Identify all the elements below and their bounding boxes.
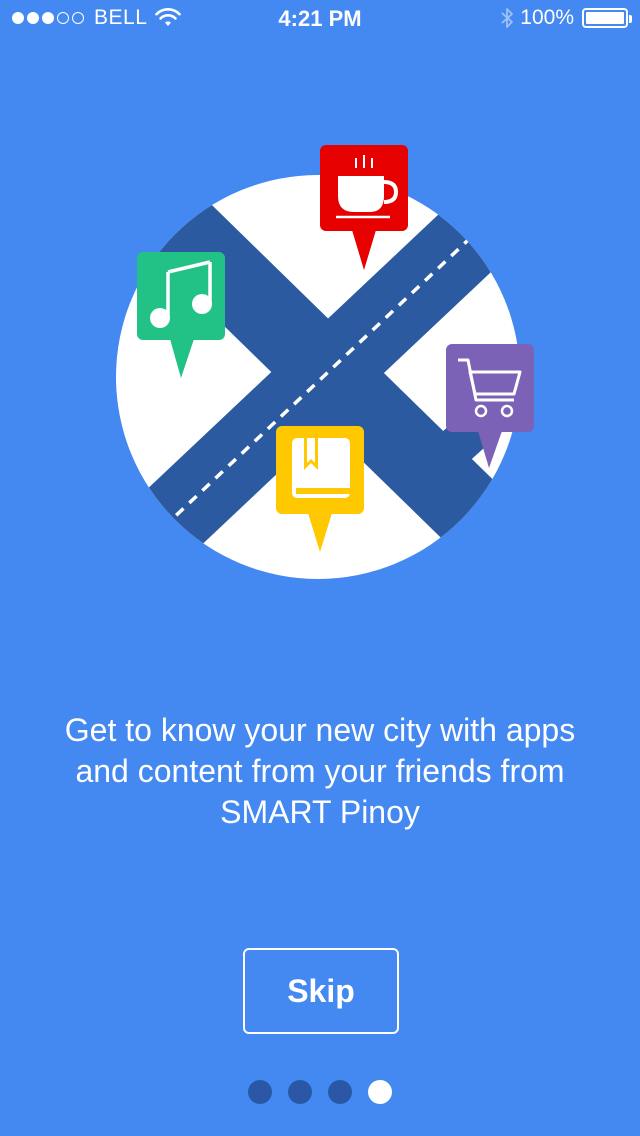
skip-button[interactable]: Skip	[243, 948, 399, 1034]
city-map-illustration	[116, 145, 534, 579]
book-icon	[292, 438, 350, 498]
status-right: 100%	[500, 6, 632, 30]
page-indicator[interactable]	[0, 1080, 640, 1104]
onboarding-description: Get to know your new city with apps and …	[64, 712, 576, 830]
page-dot-active[interactable]	[368, 1080, 392, 1104]
onboarding-screen: BELL 4:21 PM 100% Get to know your new c…	[0, 0, 640, 1136]
bluetooth-icon	[501, 8, 514, 28]
battery-icon	[582, 8, 632, 28]
page-dot[interactable]	[248, 1080, 272, 1104]
page-dot[interactable]	[328, 1080, 352, 1104]
status-bar: BELL 4:21 PM 100%	[0, 0, 640, 40]
battery-percent: 100%	[520, 6, 574, 29]
page-dot[interactable]	[288, 1080, 312, 1104]
